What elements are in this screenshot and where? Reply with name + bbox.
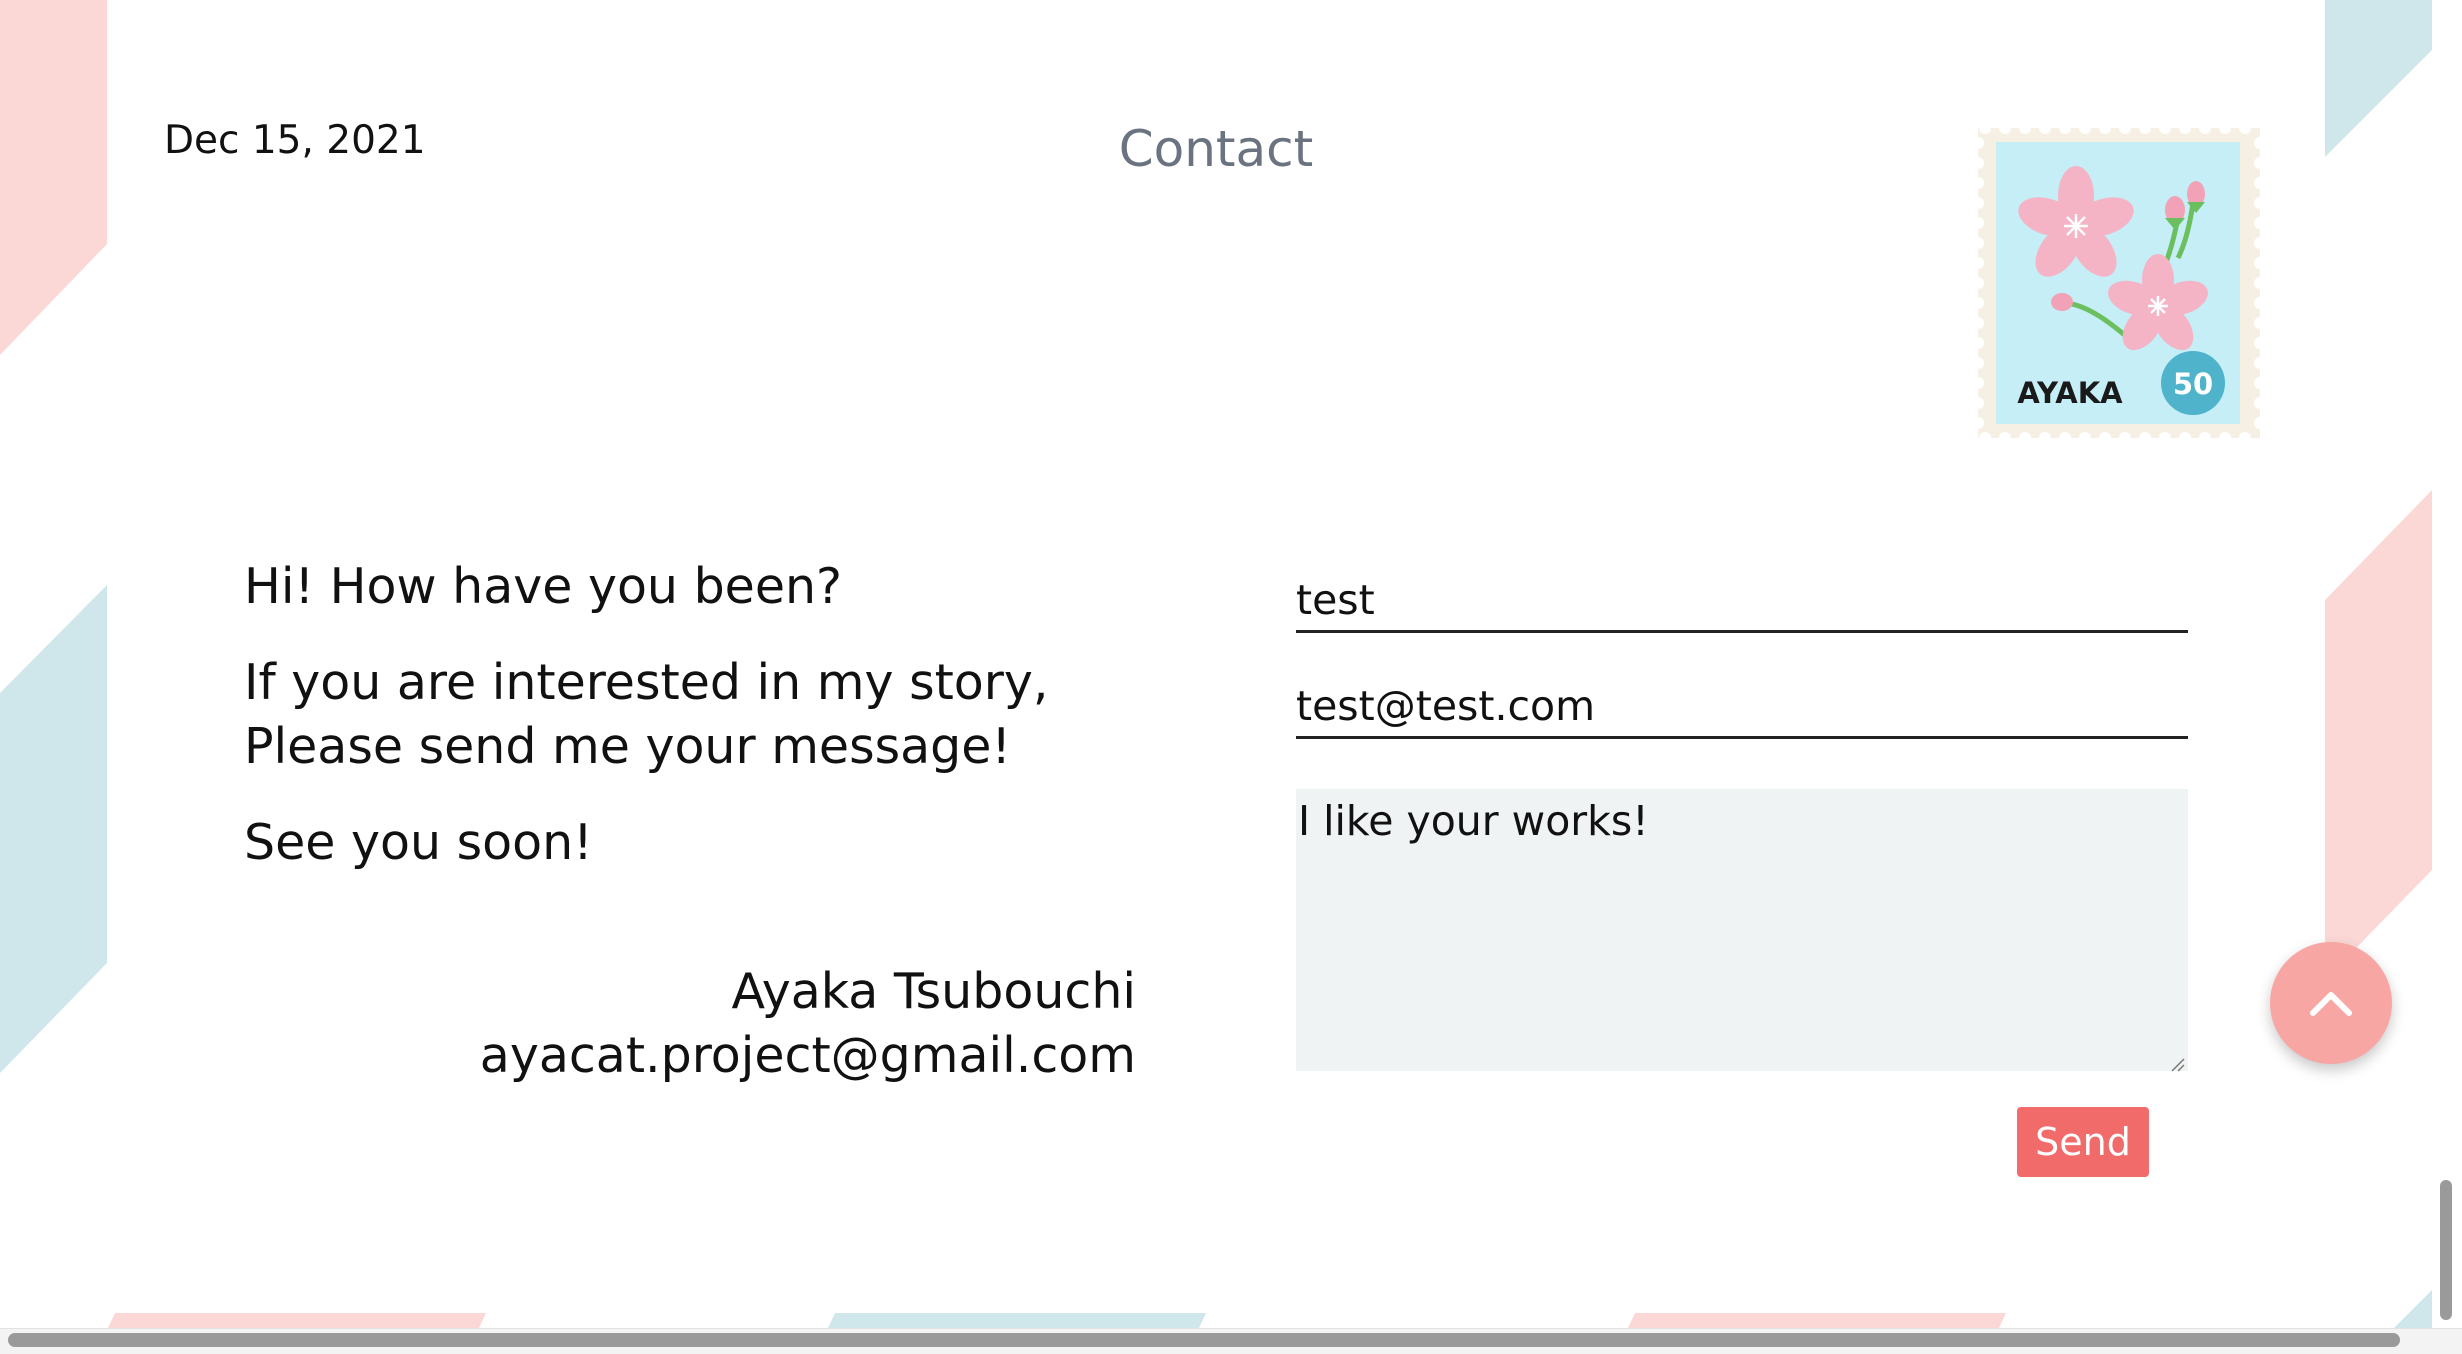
letter-message: Hi! How have you been? If you are intere… [244,555,1144,907]
contact-page: Dec 15, 2021 Contact 50 AYAKA Hi! How ha… [0,0,2462,1354]
contact-form: I like your works! [1296,565,2188,1075]
stamp-value: 50 [2173,367,2213,401]
scroll-to-top-button[interactable] [2270,942,2392,1064]
message-body: If you are interested in my story, Pleas… [244,654,1049,775]
chevron-up-icon [2310,992,2352,1016]
message-field[interactable]: I like your works! [1296,789,2188,1071]
letter-signature: Ayaka Tsubouchi ayacat.project@gmail.com [400,960,1136,1088]
signature-name: Ayaka Tsubouchi [731,963,1137,1020]
postage-stamp: 50 AYAKA [1978,128,2260,438]
message-greeting: Hi! How have you been? [244,558,843,615]
message-closing: See you soon! [244,814,593,871]
letter-date: Dec 15, 2021 [164,118,426,163]
stamp-name: AYAKA [2017,376,2123,410]
name-field[interactable] [1296,565,2188,633]
message-field-wrapper: I like your works! [1296,739,2188,1075]
horizontal-scrollbar[interactable] [8,1333,2400,1347]
vertical-scrollbar[interactable] [2440,1180,2452,1320]
page-title: Contact [1118,120,1314,178]
resize-handle-icon[interactable] [2168,1055,2186,1073]
email-field[interactable] [1296,671,2188,739]
cherry-blossom-stamp-icon: 50 AYAKA [1978,128,2260,438]
send-button[interactable]: Send [2017,1107,2149,1177]
signature-email: ayacat.project@gmail.com [479,1027,1136,1084]
